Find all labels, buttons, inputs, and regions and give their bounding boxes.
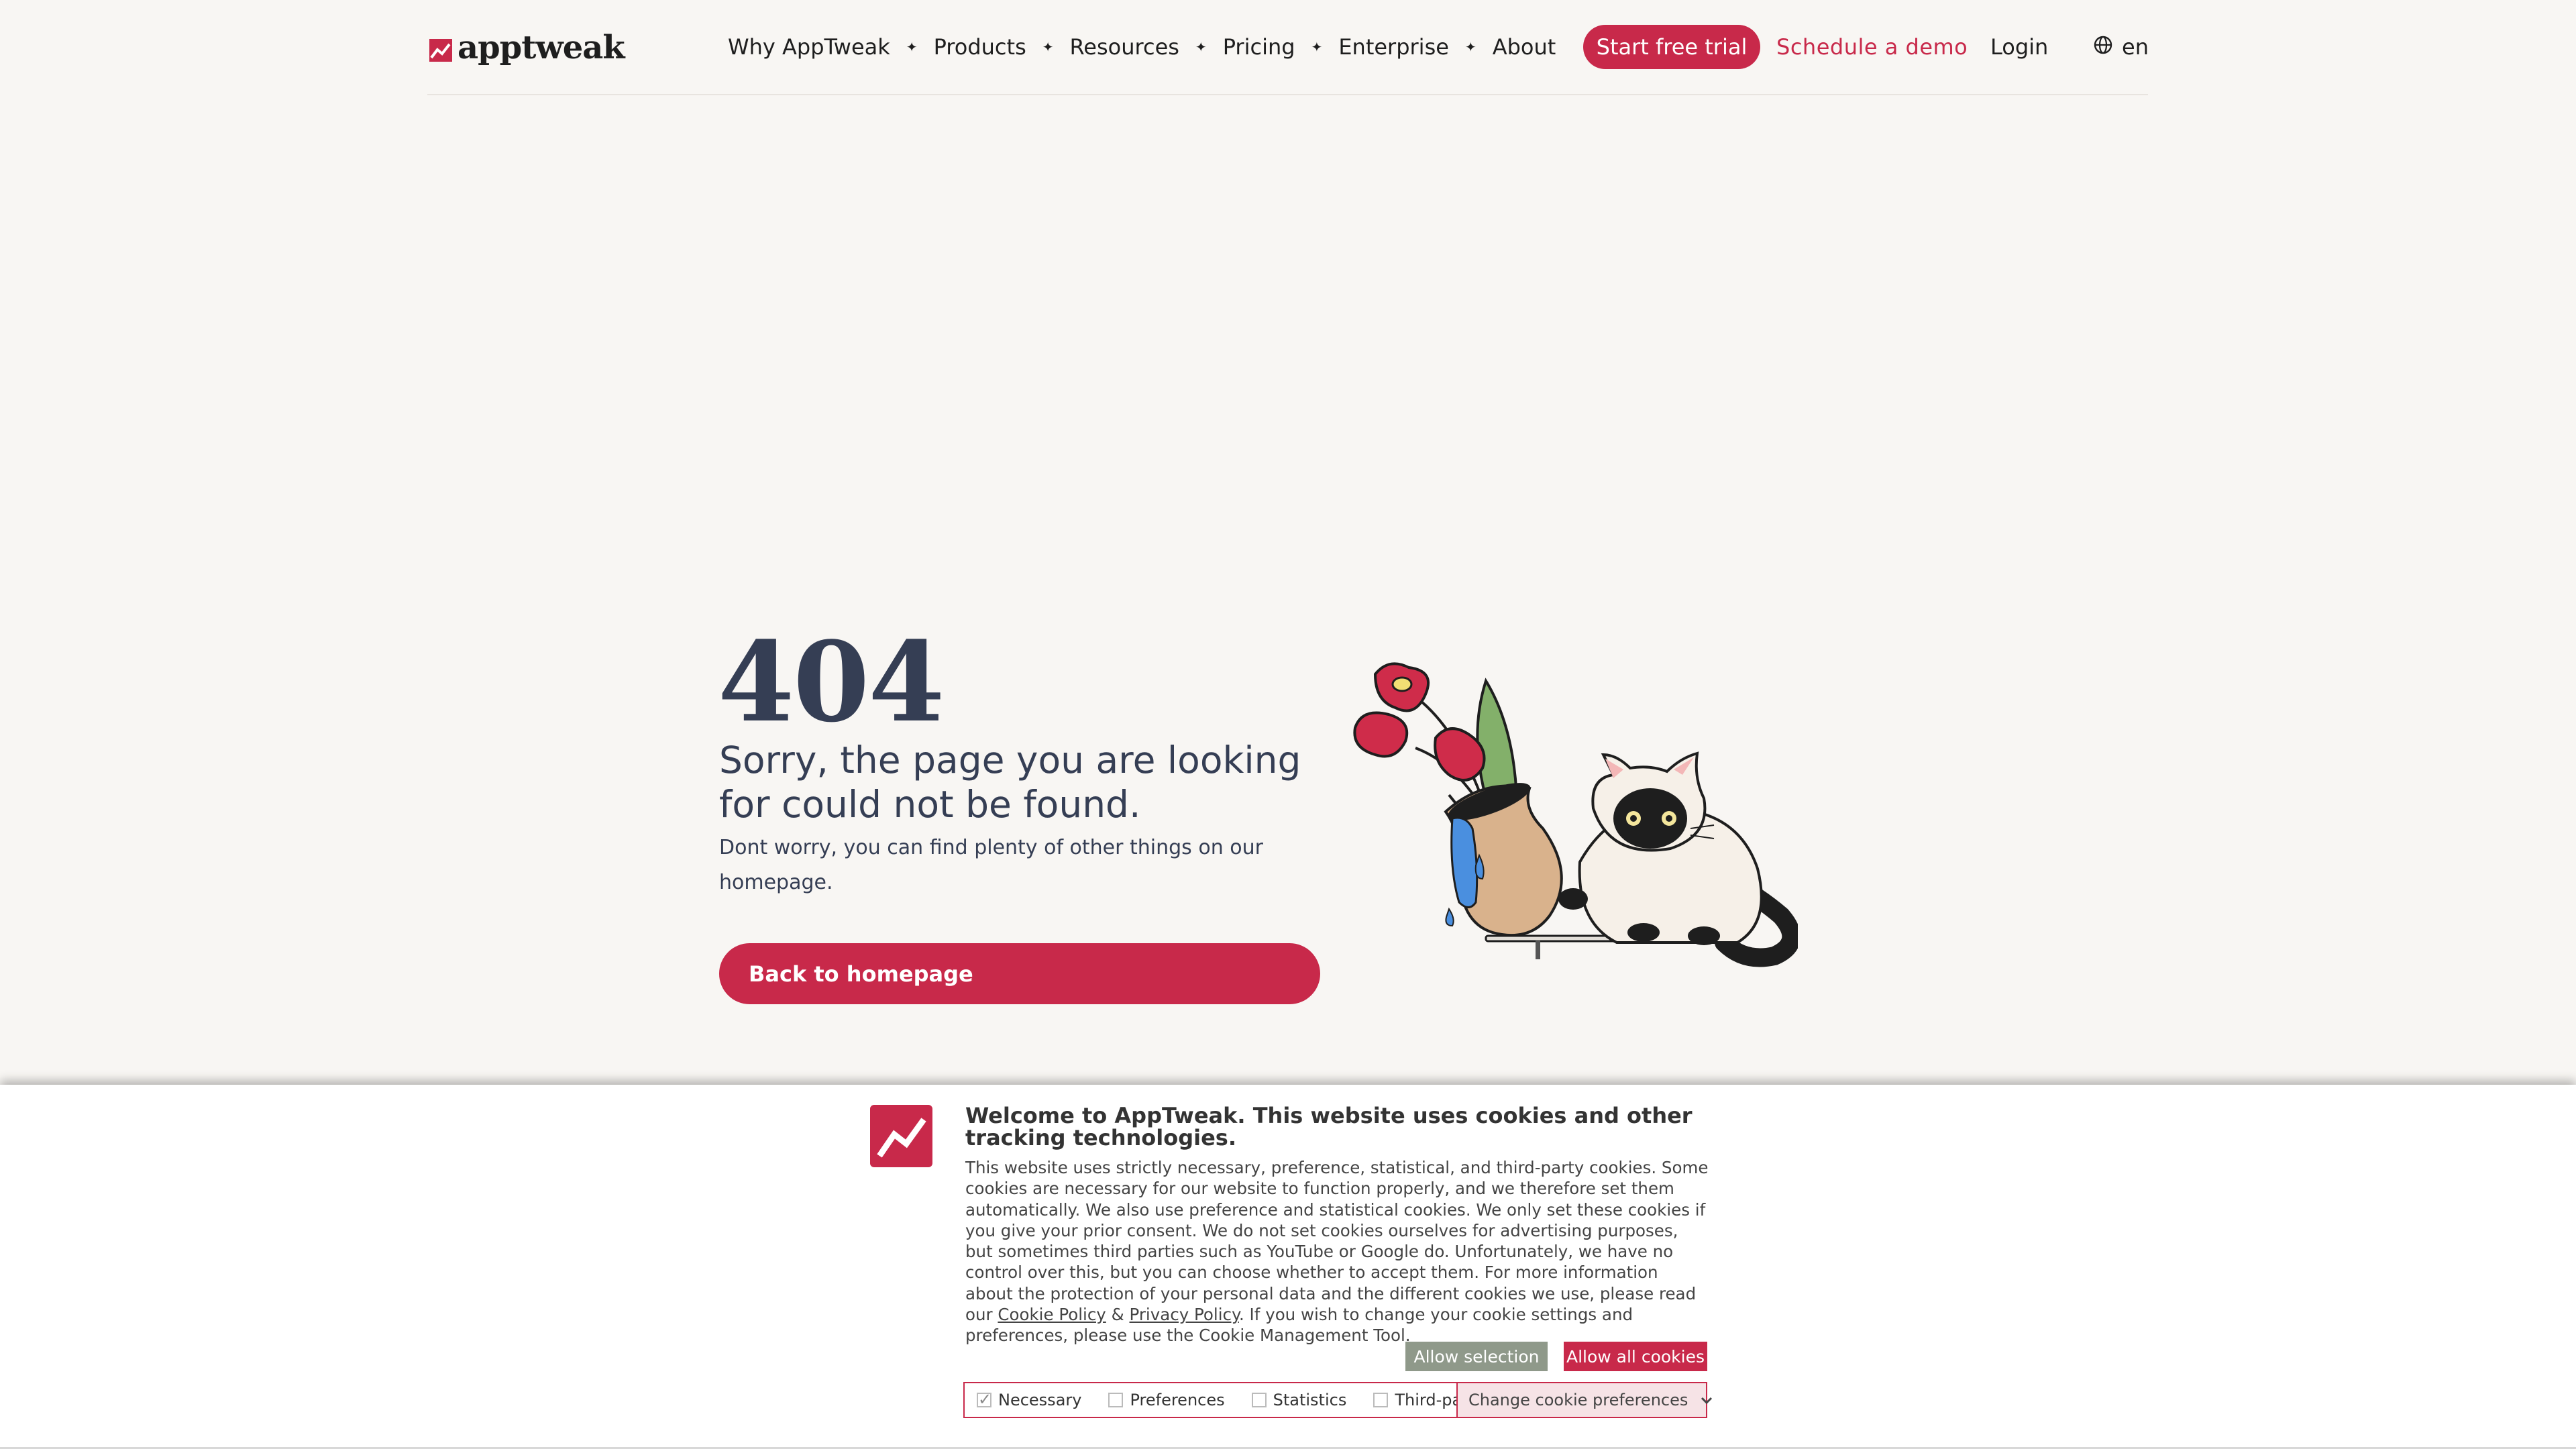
cookie-body-and: & (1106, 1305, 1130, 1325)
apptweak-logo[interactable]: apptweak (429, 25, 625, 70)
logo-mark-icon (429, 39, 452, 62)
nav-separator-icon: ✦ (1464, 39, 1477, 55)
cookie-option-preferences[interactable]: Preferences (1108, 1391, 1225, 1409)
cookie-options-bar: Necessary Preferences Statistics Third-p… (963, 1382, 1713, 1418)
vase-and-cat-illustration (1348, 654, 1801, 969)
cookie-banner: Welcome to AppTweak. This website uses c… (0, 1085, 2576, 1449)
cookie-body-text-1: This website uses strictly necessary, pr… (965, 1158, 1709, 1325)
error-code: 404 (718, 617, 945, 747)
schedule-demo-link[interactable]: Schedule a demo (1776, 27, 1968, 67)
logo-text: apptweak (458, 29, 625, 66)
back-to-homepage-button[interactable]: Back to homepage (719, 943, 1320, 1004)
error-title: Sorry, the page you are looking for coul… (719, 739, 1301, 826)
statistics-checkbox[interactable] (1251, 1393, 1267, 1407)
allow-selection-button[interactable]: Allow selection (1405, 1342, 1548, 1371)
login-link[interactable]: Login (1990, 27, 2048, 67)
cookie-option-statistics[interactable]: Statistics (1251, 1391, 1347, 1409)
apptweak-cookie-logo-icon (870, 1105, 932, 1167)
globe-icon (2094, 34, 2112, 60)
cookie-option-necessary[interactable]: Necessary (977, 1390, 1082, 1409)
change-cookie-preferences-button[interactable]: Change cookie preferences (1456, 1383, 1713, 1417)
cookie-policy-link[interactable]: Cookie Policy (998, 1305, 1106, 1324)
start-free-trial-button[interactable]: Start free trial (1583, 25, 1760, 69)
third-party-checkbox[interactable] (1373, 1393, 1389, 1407)
change-cookie-preferences-label: Change cookie preferences (1468, 1391, 1688, 1409)
cookie-option-label: Preferences (1130, 1391, 1225, 1409)
allow-all-cookies-button[interactable]: Allow all cookies (1564, 1342, 1707, 1371)
nav-separator-icon: ✦ (1195, 39, 1207, 55)
nav-products[interactable]: Products (934, 34, 1026, 60)
preferences-checkbox[interactable] (1108, 1393, 1124, 1407)
nav-about[interactable]: About (1493, 34, 1556, 60)
main-nav: Why AppTweak ✦ Products ✦ Resources ✦ Pr… (728, 27, 1556, 67)
necessary-checkbox[interactable] (977, 1390, 991, 1409)
nav-pricing[interactable]: Pricing (1223, 34, 1295, 60)
nav-resources[interactable]: Resources (1070, 34, 1179, 60)
nav-separator-icon: ✦ (1042, 39, 1054, 55)
privacy-policy-link[interactable]: Privacy Policy (1130, 1305, 1239, 1324)
nav-separator-icon: ✦ (1311, 39, 1323, 55)
cookie-banner-body: This website uses strictly necessary, pr… (965, 1157, 1709, 1346)
nav-why-apptweak[interactable]: Why AppTweak (728, 34, 890, 60)
language-label: en (2122, 34, 2149, 60)
chevron-down-icon (1700, 1391, 1713, 1409)
nav-enterprise[interactable]: Enterprise (1338, 34, 1449, 60)
cookie-option-label: Statistics (1273, 1391, 1347, 1409)
nav-separator-icon: ✦ (906, 39, 918, 55)
language-selector[interactable]: en (2094, 27, 2149, 67)
error-description: Dont worry, you can find plenty of other… (719, 836, 1263, 894)
site-header: apptweak Why AppTweak ✦ Products ✦ Resou… (427, 0, 2149, 95)
cookie-option-label: Necessary (998, 1391, 1082, 1409)
cookie-banner-title: Welcome to AppTweak. This website uses c… (965, 1103, 1693, 1150)
